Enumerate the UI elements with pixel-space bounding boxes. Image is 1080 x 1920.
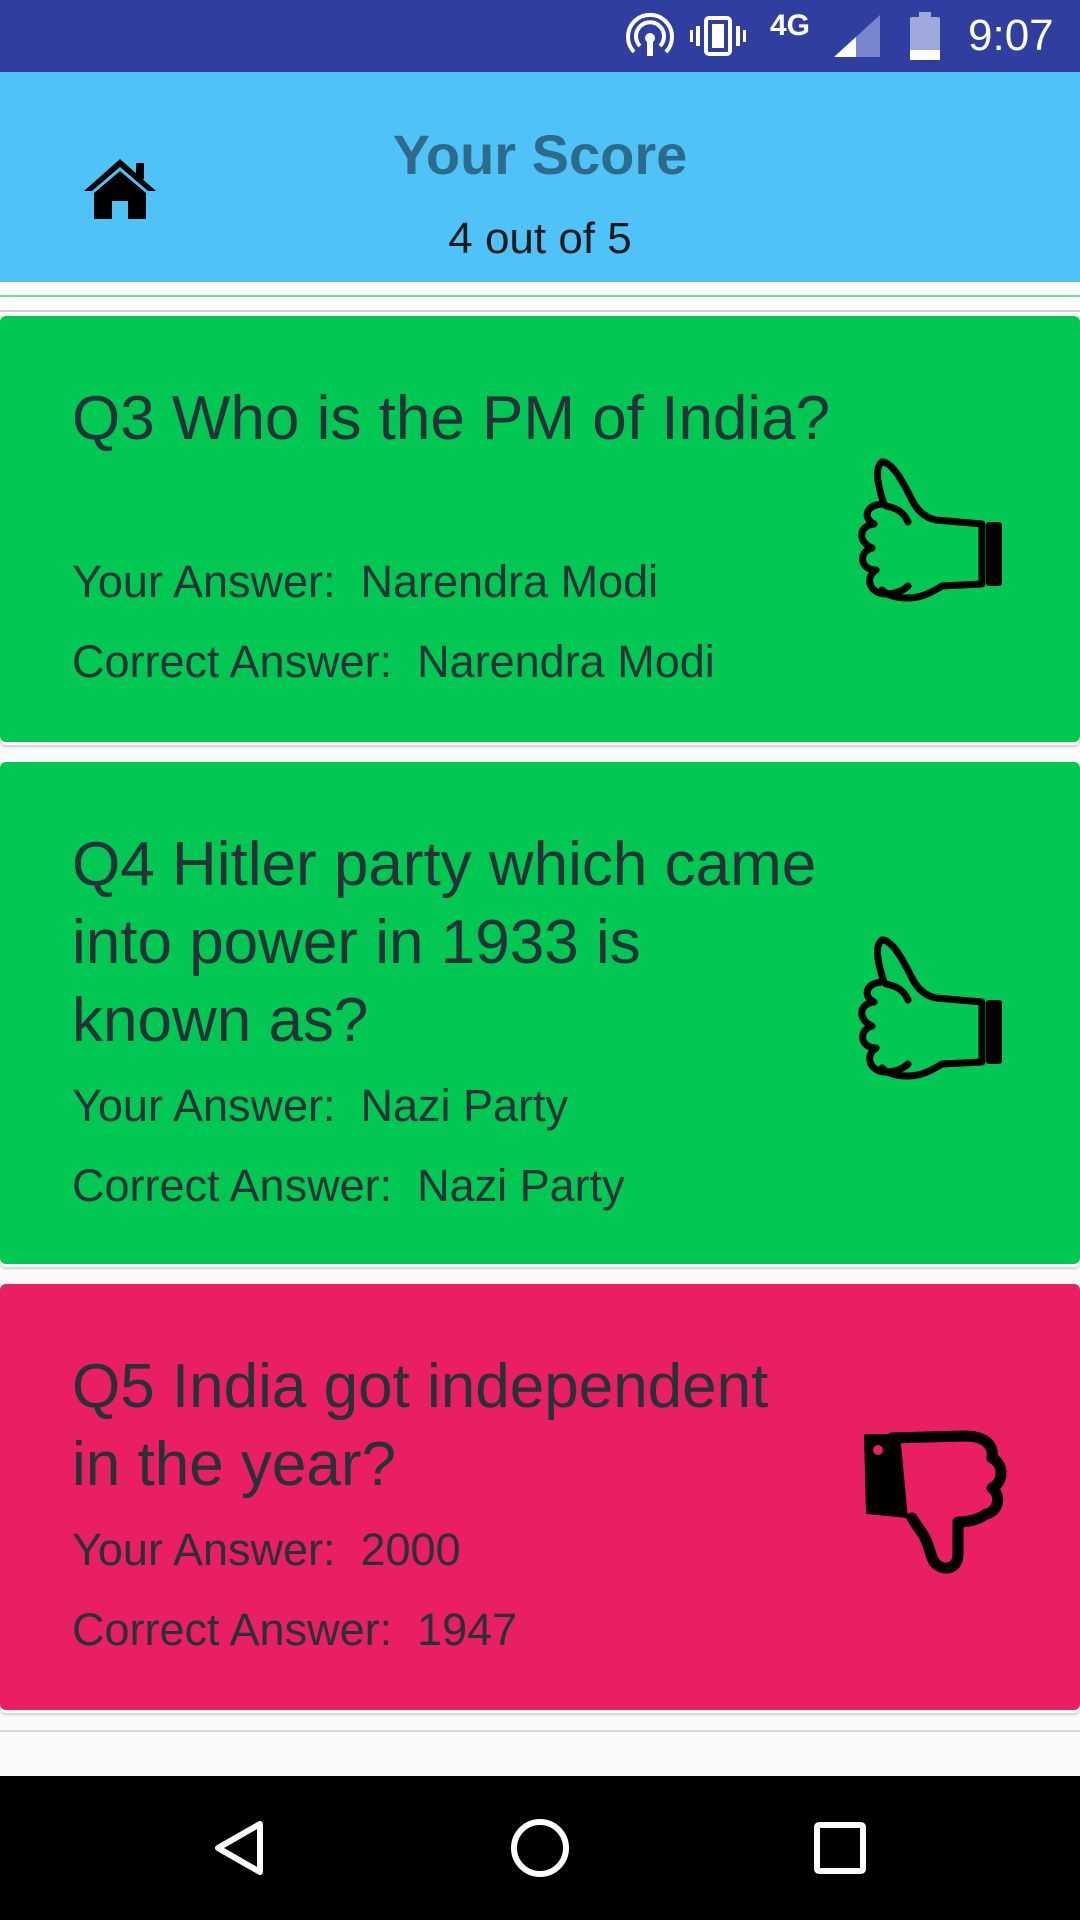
back-triangle-icon [215,1821,263,1875]
result-card-q4: Q4 Hitler party which came into power in… [0,762,1080,1264]
recents-button[interactable] [804,1812,876,1884]
network-type-label: 4G [770,9,811,42]
divider [0,295,1080,297]
clock-time: 9:07 [968,11,1054,60]
result-card-q5: Q5 India got independent in the year? Yo… [0,1284,1080,1710]
signal-icon [834,0,880,72]
correct-answer: Correct Answer: Narendra Modi [72,636,715,687]
hotspot-icon [626,0,678,72]
question-text: Q4 Hitler party which came into power in… [72,830,817,1055]
question-text: Q3 Who is the PM of India? [72,384,831,453]
recents-square-icon [814,1822,866,1874]
page-title: Your Score [392,123,688,186]
your-answer: Your Answer: Narendra Modi [72,556,659,607]
status-bar: 4G 9:07 [0,0,1080,72]
battery-icon [910,0,946,72]
home-nav-button[interactable] [504,1812,576,1884]
correct-answer: Correct Answer: Nazi Party [72,1160,625,1211]
your-answer: Your Answer: 2000 [72,1524,461,1575]
score-summary: 4 out of 5 [448,214,632,263]
home-circle-icon [511,1819,569,1877]
thumbs-up-icon [858,936,1002,1080]
correct-answer: Correct Answer: 1947 [72,1604,518,1655]
result-card-q3: Q3 Who is the PM of India? Your Answer: … [0,316,1080,742]
thumbs-up-icon [858,458,1002,602]
thumbs-down-icon [864,1430,1007,1574]
back-button[interactable] [204,1812,276,1884]
list-bottom-padding [0,1730,1080,1778]
question-text: Q5 India got independent in the year? [72,1352,769,1499]
vibrate-icon [690,0,750,72]
previous-card-edge [0,282,1080,312]
score-header: Your Score 4 out of 5 [0,72,1080,282]
navigation-bar [0,1776,1080,1920]
your-answer: Your Answer: Nazi Party [72,1080,569,1131]
